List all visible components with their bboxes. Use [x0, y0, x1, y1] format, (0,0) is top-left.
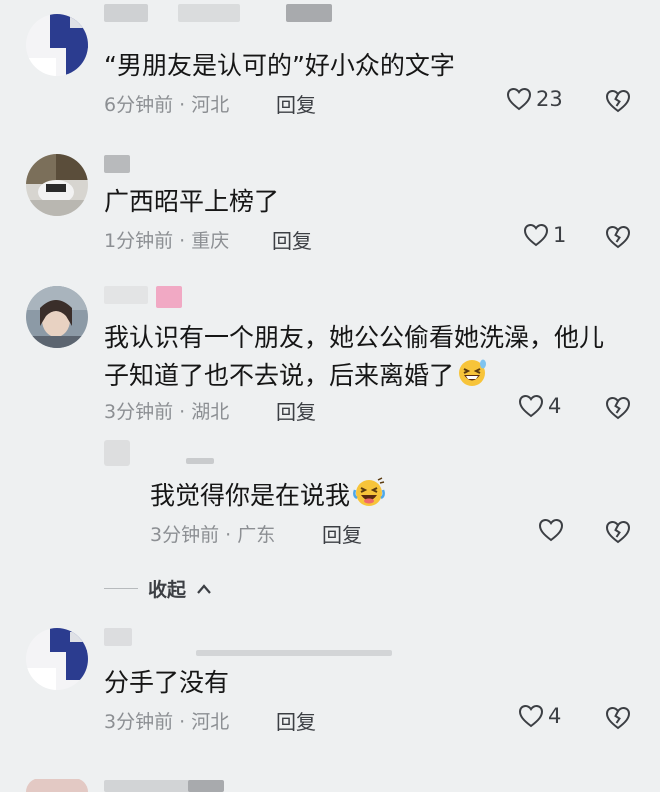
comment-time: 6分钟前 — [104, 94, 174, 116]
heart-outline-icon — [518, 394, 544, 418]
divider — [104, 588, 138, 589]
username[interactable] — [196, 650, 392, 656]
dislike-button[interactable] — [605, 396, 631, 424]
username[interactable] — [104, 628, 132, 646]
reply-button[interactable]: 回复 — [276, 706, 316, 735]
avatar[interactable] — [26, 14, 88, 76]
collapse-label: 收起 — [148, 579, 187, 601]
meta-separator: · — [173, 94, 192, 116]
heart-outline-icon — [506, 87, 532, 111]
reply-button[interactable]: 回复 — [322, 519, 362, 548]
comment-text: 广西昭平上榜了 — [104, 187, 280, 216]
laughing-tears-face-icon — [352, 476, 386, 518]
username[interactable] — [156, 286, 182, 308]
comment-location: 湖北 — [191, 401, 230, 423]
like-button[interactable]: 4 — [518, 704, 561, 728]
dislike-button[interactable] — [605, 706, 631, 734]
meta-separator: · — [173, 711, 192, 733]
broken-heart-outline-icon — [605, 225, 631, 249]
like-count: 23 — [536, 87, 563, 111]
like-button[interactable]: 1 — [523, 223, 566, 247]
comment-meta: 6分钟前 · 河北 — [104, 90, 229, 117]
collapse-replies-button[interactable]: 收起 — [104, 575, 212, 602]
comment-meta: 3分钟前 · 河北 — [104, 707, 229, 734]
reply-button[interactable]: 回复 — [276, 396, 316, 425]
username[interactable] — [188, 780, 224, 792]
username[interactable] — [104, 4, 148, 22]
dislike-button[interactable] — [605, 225, 631, 253]
comment-list: “男朋友是认可的”好小众的文字 6分钟前 · 河北 回复 23 广西昭平上榜了 — [0, 0, 660, 792]
comment-time: 1分钟前 — [104, 230, 174, 252]
comment-meta: 3分钟前 · 广东 — [150, 520, 275, 547]
comment-text: “男朋友是认可的”好小众的文字 — [104, 51, 455, 80]
username[interactable] — [186, 458, 214, 464]
username[interactable] — [104, 780, 194, 792]
avatar[interactable] — [26, 154, 88, 216]
comment-text: 我认识有一个朋友，她公公偷看她洗澡，他儿 — [104, 323, 605, 352]
username[interactable] — [178, 4, 240, 22]
username[interactable] — [286, 4, 332, 22]
comment-location: 河北 — [191, 711, 230, 733]
comment-text: 分手了没有 — [104, 668, 230, 697]
comment-time: 3分钟前 — [104, 401, 174, 423]
avatar[interactable] — [26, 778, 88, 792]
comment-meta: 1分钟前 · 重庆 — [104, 226, 229, 253]
comment-location: 广东 — [237, 524, 276, 546]
avatar[interactable] — [26, 628, 88, 690]
broken-heart-outline-icon — [605, 706, 631, 730]
broken-heart-outline-icon — [605, 396, 631, 420]
grinning-squinting-face-with-sweat-icon — [456, 356, 488, 398]
dislike-button[interactable] — [605, 520, 631, 548]
avatar[interactable] — [26, 286, 88, 348]
like-count: 1 — [553, 223, 567, 247]
like-button[interactable]: 4 — [518, 394, 561, 418]
like-button[interactable] — [538, 518, 564, 542]
username[interactable] — [104, 286, 148, 304]
reply-button[interactable]: 回复 — [276, 89, 316, 118]
broken-heart-outline-icon — [605, 89, 631, 113]
chevron-up-icon — [197, 583, 211, 594]
reply-button[interactable]: 回复 — [272, 225, 312, 254]
comment-text: 子知道了也不去说，后来离婚了 — [104, 356, 488, 398]
heart-outline-icon — [538, 518, 564, 542]
meta-separator: · — [219, 524, 238, 546]
comment-meta: 3分钟前 · 湖北 — [104, 397, 229, 424]
meta-separator: · — [173, 230, 192, 252]
heart-outline-icon — [518, 704, 544, 728]
dislike-button[interactable] — [605, 89, 631, 117]
comment-text-line: 我觉得你是在说我 — [150, 481, 351, 510]
comment-location: 重庆 — [191, 230, 230, 252]
heart-outline-icon — [523, 223, 549, 247]
avatar[interactable] — [104, 440, 130, 466]
like-button[interactable]: 23 — [506, 87, 563, 111]
comment-location: 河北 — [191, 94, 230, 116]
comment-text: 我觉得你是在说我 — [150, 476, 386, 518]
like-count: 4 — [548, 704, 562, 728]
comment-time: 3分钟前 — [150, 524, 220, 546]
comment-time: 3分钟前 — [104, 711, 174, 733]
like-count: 4 — [548, 394, 562, 418]
comment-text-line: 子知道了也不去说，后来离婚了 — [104, 361, 455, 390]
username[interactable] — [104, 155, 130, 173]
broken-heart-outline-icon — [605, 520, 631, 544]
meta-separator: · — [173, 401, 192, 423]
